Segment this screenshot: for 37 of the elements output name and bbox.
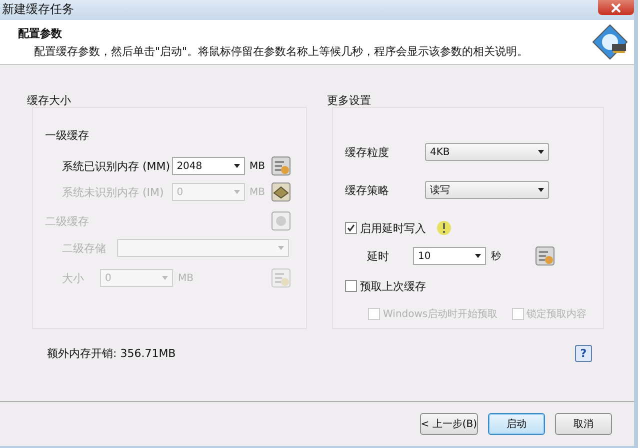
checkmark-icon	[347, 224, 355, 232]
group-title: 缓存大小	[27, 93, 72, 107]
close-icon	[611, 2, 621, 12]
dropdown-field[interactable]: 2048	[172, 157, 244, 175]
window-title: 新建缓存任务	[2, 1, 74, 18]
close-button[interactable]	[598, 0, 634, 15]
unit-label: MB	[250, 186, 265, 198]
memory-overhead-text: 额外内存开销: 356.71MB	[47, 346, 176, 361]
help-button[interactable]: ?	[575, 345, 592, 362]
dropdown-field[interactable]	[117, 239, 289, 257]
memory-module-icon[interactable]	[271, 182, 291, 202]
group-title: 更多设置	[327, 93, 372, 107]
chip-list-icon[interactable]	[271, 156, 291, 176]
chip-list-icon[interactable]	[535, 246, 555, 266]
field-label: 二级存储	[62, 240, 107, 256]
unit-label: MB	[250, 160, 265, 172]
unit-label: MB	[178, 272, 194, 284]
checkbox-option[interactable]: 预取上次缓存	[345, 278, 426, 294]
page-title: 配置参数	[18, 26, 63, 40]
section-title: 二级缓存	[45, 214, 89, 228]
field-label: 缓存粒度	[345, 144, 390, 160]
checkbox-option[interactable]: 启用延时写入	[345, 220, 426, 236]
unit-label: 秒	[491, 250, 501, 263]
description-text: 配置缓存参数，然后单击"启动"。将鼠标停留在参数名称上等候几秒，程序会显示该参数的相关说明。	[33, 44, 528, 58]
field-label: 系统已识别内存 (MM)	[62, 158, 172, 174]
dialog-button[interactable]: 启动	[488, 413, 545, 435]
dialog-button[interactable]: < 上一步(B)	[420, 413, 478, 435]
field-label: 系统未识别内存 (IM)	[62, 184, 165, 200]
dropdown-field[interactable]: 读写	[425, 181, 549, 199]
dialog-button[interactable]: 取消	[555, 413, 612, 435]
section-title: 一级缓存	[45, 128, 90, 143]
dropdown-field[interactable]: 10	[413, 247, 486, 265]
field-label: 大小	[62, 270, 85, 286]
field-label: 缓存策略	[345, 182, 390, 198]
field-label: 延时	[367, 248, 390, 264]
dropdown-field[interactable]: 4KB	[425, 143, 549, 161]
warning-icon	[436, 220, 452, 236]
